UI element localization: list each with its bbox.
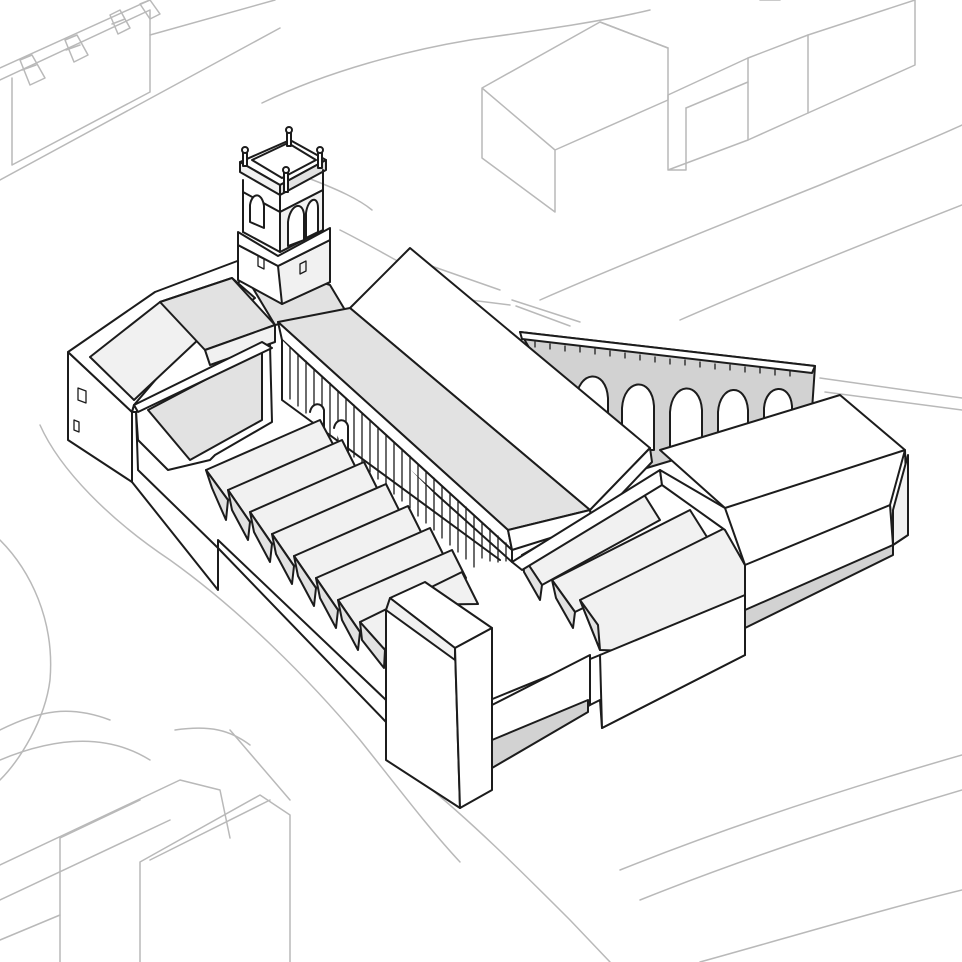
axonometric-drawing — [0, 0, 962, 962]
bell-tower — [237, 126, 331, 305]
